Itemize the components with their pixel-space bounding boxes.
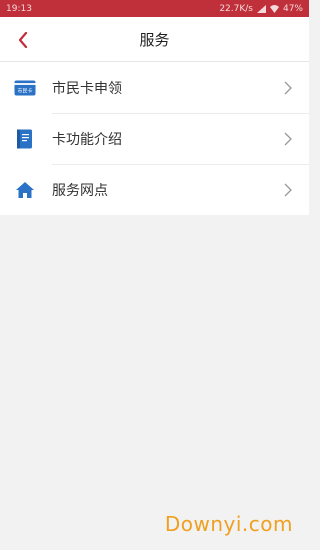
home-icon	[14, 179, 36, 201]
network-speed: 22.7K/s	[219, 3, 253, 14]
signal-icon	[256, 4, 266, 13]
document-icon	[14, 128, 36, 150]
back-button[interactable]	[12, 29, 34, 51]
chevron-left-icon	[18, 32, 28, 48]
battery-percent: 47%	[282, 3, 303, 14]
wifi-icon	[269, 4, 279, 13]
watermark: Downyi.com	[164, 512, 293, 536]
status-bar: 19:13 22.7K/s 47%	[0, 0, 309, 17]
menu-item-service-outlets[interactable]: 服务网点	[0, 164, 309, 215]
chevron-right-icon	[284, 132, 292, 145]
status-right: 22.7K/s 47%	[219, 4, 303, 14]
chevron-right-icon	[284, 183, 292, 196]
card-icon-text: 市民卡	[17, 87, 32, 94]
chevron-right-icon	[284, 81, 292, 94]
service-menu: 市民卡 市民卡申领 卡功能介绍 服务网点	[0, 62, 309, 215]
card-icon: 市民卡	[14, 77, 36, 99]
status-time: 19:13	[6, 3, 32, 14]
page-title: 服务	[139, 30, 170, 49]
menu-item-card-functions[interactable]: 卡功能介绍	[0, 113, 309, 164]
menu-item-card-application[interactable]: 市民卡 市民卡申领	[0, 62, 309, 113]
app-bar: 服务	[0, 17, 309, 62]
menu-item-label: 卡功能介绍	[52, 131, 122, 148]
menu-item-label: 服务网点	[52, 182, 108, 199]
menu-item-label: 市民卡申领	[52, 80, 122, 97]
